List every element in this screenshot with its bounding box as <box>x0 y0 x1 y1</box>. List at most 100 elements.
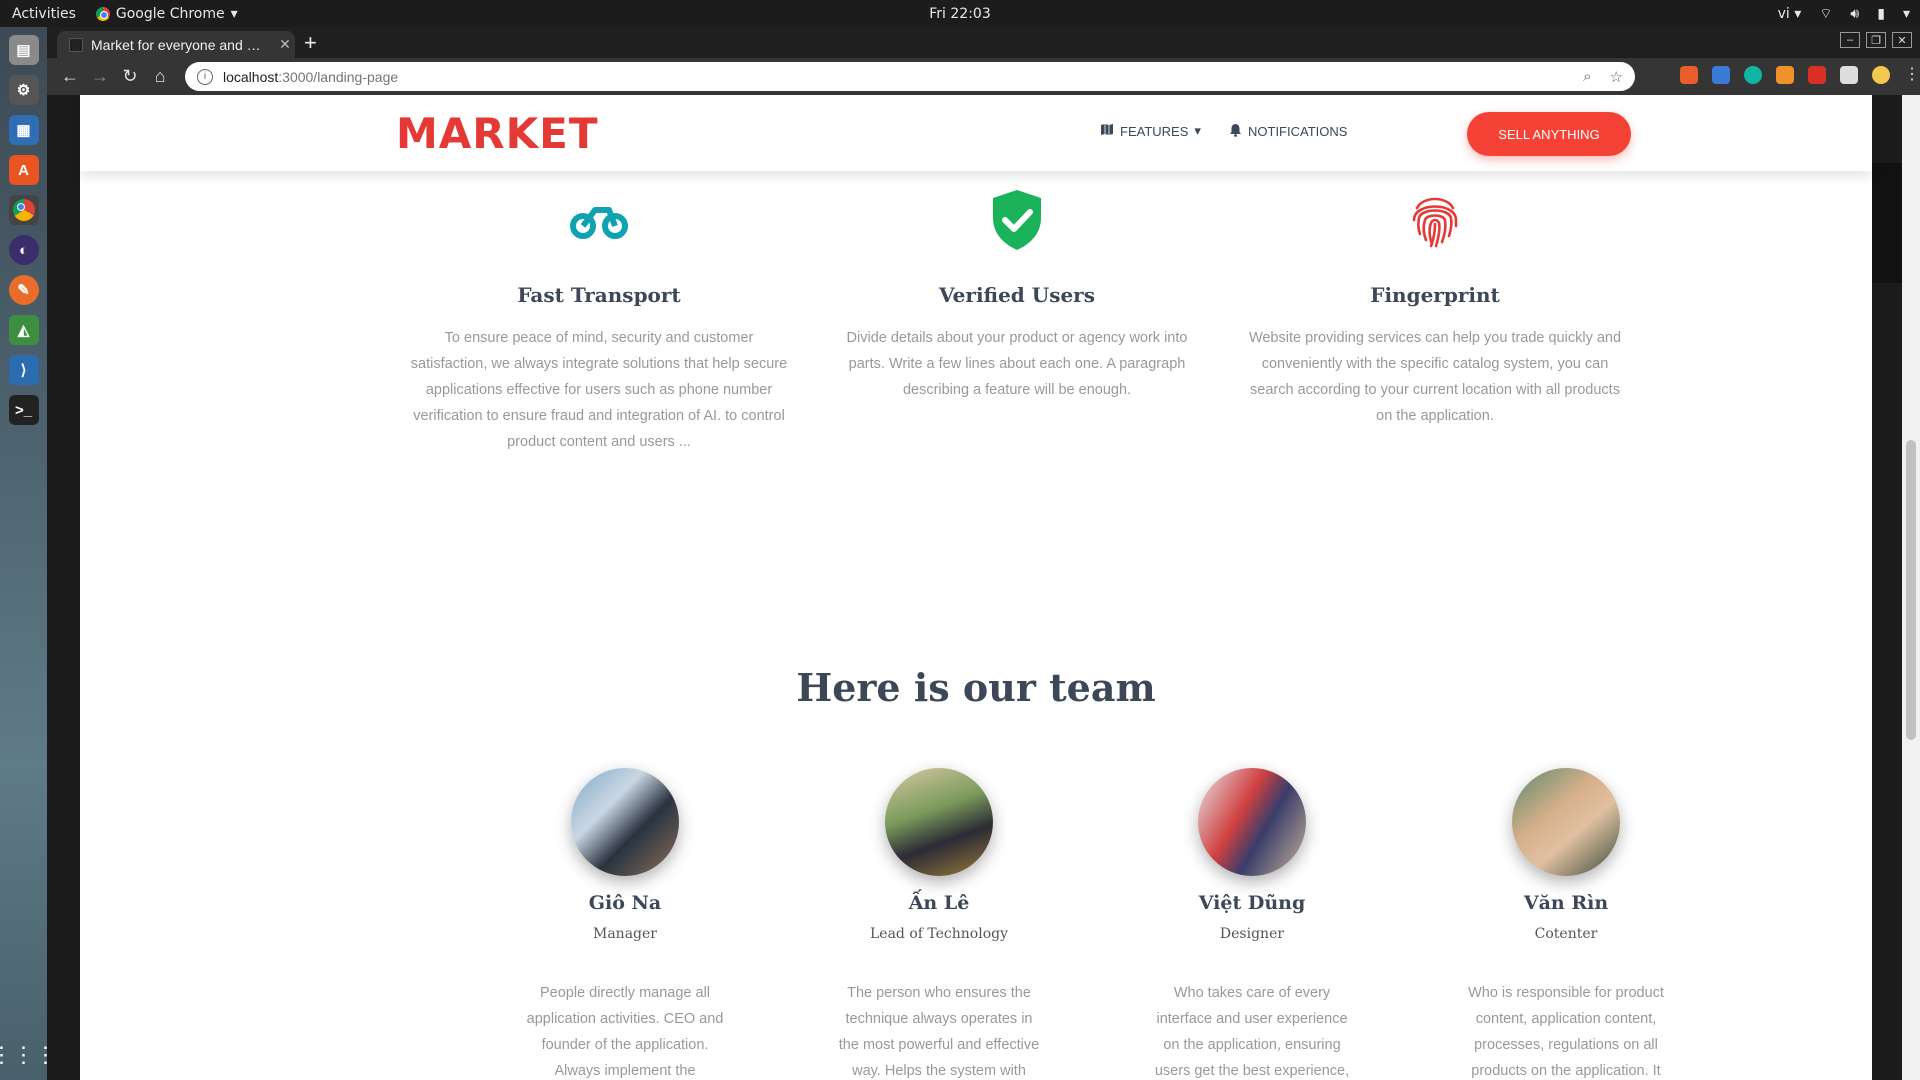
avatar <box>885 768 993 876</box>
avatar <box>571 768 679 876</box>
browser-toolbar: ← → ↻ ⌂ i localhost:3000/landing-page ⌕ … <box>47 58 1920 95</box>
member-bio: People directly manage all application a… <box>526 985 724 1079</box>
close-window-icon[interactable]: ✕ <box>1892 32 1912 48</box>
tab-title: Market for everyone and … <box>91 36 261 53</box>
member-role: Manager <box>593 926 657 942</box>
volume-icon[interactable]: 🔊︎ <box>1850 6 1859 22</box>
bike-icon <box>409 175 789 265</box>
team-section-title: Here is our team <box>796 665 1156 710</box>
member-name: Ấn Lê <box>908 892 970 914</box>
chrome-menu-icon[interactable]: ⋮ <box>1904 66 1920 84</box>
notifications-label: NOTIFICATIONS <box>1248 124 1348 139</box>
brand-logo[interactable]: MARKET <box>396 109 599 158</box>
extension-icon[interactable] <box>1680 66 1698 84</box>
page-scrollbar[interactable] <box>1902 95 1920 1080</box>
extension-icon[interactable] <box>1808 66 1826 84</box>
chevron-down-icon: ▾ <box>230 5 238 22</box>
eclipse-icon[interactable]: ◐ <box>8 235 39 265</box>
member-role: Cotenter <box>1534 926 1598 942</box>
window-controls: – ❐ ✕ <box>1840 32 1912 48</box>
bookmark-star-icon[interactable]: ☆ <box>1610 68 1623 86</box>
background-strip <box>1872 163 1902 283</box>
writer-icon[interactable]: ▦ <box>8 115 39 145</box>
member-name: Giô Na <box>588 892 662 914</box>
chrome-dock-icon[interactable] <box>8 195 39 225</box>
app-menu-label: Google Chrome <box>115 5 225 22</box>
fingerprint-icon <box>1245 175 1625 265</box>
member-bio: Who is responsible for product content, … <box>1468 985 1664 1079</box>
power-menu-chevron-icon[interactable]: ▾ <box>1903 6 1910 22</box>
extension-icon[interactable] <box>1744 66 1762 84</box>
avatar <box>1198 768 1306 876</box>
avatar <box>1512 768 1620 876</box>
extension-icon[interactable] <box>1840 66 1858 84</box>
tab-strip: Market for everyone and … ✕ + – ❐ ✕ <box>47 27 1920 58</box>
extension-icon[interactable] <box>1776 66 1794 84</box>
notifications-link[interactable]: NOTIFICATIONS <box>1229 123 1347 140</box>
team-member-card: Giô Na Manager People directly manage al… <box>505 768 745 1080</box>
feature-title: Fast Transport <box>517 283 681 307</box>
language-label: vi <box>1777 5 1790 22</box>
bell-icon <box>1229 123 1242 140</box>
feature-title: Fingerprint <box>1370 283 1500 307</box>
landing-page: MARKET FEATURES ▾ NOTIFICATIONS SELL ANY… <box>80 95 1872 1080</box>
member-role: Lead of Technology <box>869 926 1009 942</box>
sell-anything-button[interactable]: SELL ANYTHING <box>1467 112 1631 156</box>
feature-title: Verified Users <box>939 283 1095 307</box>
restore-icon[interactable]: ❐ <box>1866 32 1886 48</box>
extensions-area: ⋮ <box>1680 66 1920 84</box>
terminal-icon[interactable]: >_ <box>8 395 39 425</box>
feature-text: To ensure peace of mind, security and cu… <box>410 330 788 450</box>
chrome-icon <box>95 6 110 21</box>
features-dropdown[interactable]: FEATURES ▾ <box>1100 123 1201 139</box>
new-tab-icon[interactable]: + <box>304 30 317 56</box>
back-icon[interactable]: ← <box>55 66 85 87</box>
browser-tab[interactable]: Market for everyone and … ✕ <box>57 31 295 58</box>
settings-icon[interactable]: ⚙ <box>8 75 39 105</box>
feature-text: Website providing services can help you … <box>1248 330 1622 424</box>
home-icon[interactable]: ⌂ <box>145 66 175 87</box>
feature-text: Divide details about your product or age… <box>846 330 1188 398</box>
team-member-card: Văn Rìn Cotenter Who is responsible for … <box>1446 768 1686 1080</box>
favicon-icon <box>69 37 83 52</box>
member-role: Designer <box>1219 926 1285 942</box>
member-bio: Who takes care of every interface and us… <box>1154 985 1350 1079</box>
feature-verified-users: Verified Users Divide details about your… <box>827 175 1207 403</box>
vscode-icon[interactable]: ⟩ <box>8 355 39 385</box>
url-path: :3000/landing-page <box>278 68 399 85</box>
software-center-icon[interactable]: A <box>8 155 39 185</box>
team-member-card: Ấn Lê Lead of Technology The person who … <box>819 768 1059 1080</box>
translate-extension-icon[interactable] <box>1712 66 1730 84</box>
site-navbar: MARKET FEATURES ▾ NOTIFICATIONS SELL ANY… <box>80 95 1872 171</box>
zoom-icon[interactable]: ⌕ <box>1583 68 1591 86</box>
scrollbar-thumb[interactable] <box>1906 440 1916 740</box>
reload-icon[interactable]: ↻ <box>115 66 145 87</box>
verified-shield-icon <box>827 175 1207 265</box>
profile-avatar[interactable] <box>1872 66 1890 84</box>
close-tab-icon[interactable]: ✕ <box>275 36 295 53</box>
language-indicator[interactable]: vi ▾ <box>1778 6 1802 22</box>
android-studio-icon[interactable]: ◭ <box>8 315 39 345</box>
minimize-icon[interactable]: – <box>1840 32 1860 48</box>
page-viewport: MARKET FEATURES ▾ NOTIFICATIONS SELL ANY… <box>47 95 1920 1080</box>
map-icon <box>1100 123 1114 139</box>
system-top-bar: Activities Google Chrome ▾ Fri 22:03 vi … <box>0 0 1920 27</box>
dock: ▤ ⚙ ▦ A ◐ ✎ ◭ ⟩ >_ ⋮⋮⋮ <box>0 27 57 1080</box>
clock[interactable]: Fri 22:03 <box>0 6 1920 22</box>
app-menu[interactable]: Google Chrome ▾ <box>95 5 238 22</box>
forward-icon[interactable]: → <box>85 66 115 87</box>
battery-icon[interactable]: ▮ <box>1877 6 1885 22</box>
member-name: Văn Rìn <box>1523 892 1609 914</box>
activities-button[interactable]: Activities <box>12 6 76 22</box>
team-member-card: Việt Dũng Designer Who takes care of eve… <box>1132 768 1372 1080</box>
address-bar[interactable]: i localhost:3000/landing-page ⌕ ☆ <box>185 62 1635 91</box>
system-tray[interactable]: vi ▾ ⌔ 🔊︎ ▮ ▾ <box>1778 0 1910 27</box>
site-info-icon[interactable]: i <box>197 68 213 85</box>
member-bio: The person who ensures the technique alw… <box>838 985 1040 1079</box>
feature-fingerprint: Fingerprint Website providing services c… <box>1245 175 1625 429</box>
postman-icon[interactable]: ✎ <box>8 275 39 305</box>
browser-window: Market for everyone and … ✕ + – ❐ ✕ ← → … <box>47 27 1920 1080</box>
wifi-icon[interactable]: ⌔ <box>1819 5 1832 23</box>
feature-fast-transport: Fast Transport To ensure peace of mind, … <box>409 175 789 455</box>
files-icon[interactable]: ▤ <box>8 35 39 65</box>
